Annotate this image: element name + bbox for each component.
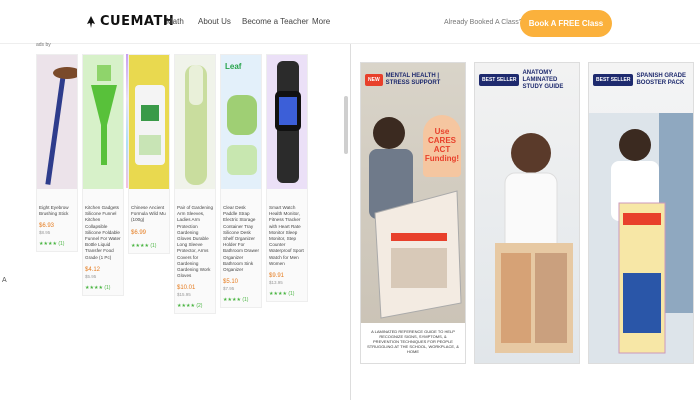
nav-link-about-us[interactable]: About Us [198,17,231,26]
product-title[interactable]: Eight Eyebrow Brushing Stick [37,189,77,219]
ads-label: ads by [36,42,51,48]
ad-spanish-pack[interactable]: BEST SELLER SPANISH GRADE BOOSTER PACK [588,62,694,364]
product-card[interactable]: Eight Eyebrow Brushing Stick $6.93 $8.95… [36,54,78,253]
product-image[interactable] [175,55,215,189]
ad-badge: BEST SELLER [593,74,634,86]
nav-link-more[interactable]: More [312,17,330,26]
product-image[interactable] [129,55,169,189]
product-card[interactable]: Pair of Gardening Arm Sleeves, Ladies Ar… [174,54,216,315]
already-booked-link[interactable]: Already Booked A Class? [444,19,523,26]
edge-text: A [2,277,7,284]
ad-mental-health[interactable]: NEW MENTAL HEALTH | STRESS SUPPORT Use C… [360,62,466,364]
product-image[interactable]: Leaf [221,55,261,189]
product-price: $6.93 [39,223,55,230]
product-title[interactable]: Smart Watch Health Monitor, Fitness Trac… [267,189,307,269]
product-image[interactable] [37,55,77,189]
product-image[interactable] [267,55,307,189]
product-title[interactable]: Clear Desk Paddle Strap Electric Storage… [221,189,261,275]
ad-badge: BEST SELLER [479,74,520,86]
product-rating: ★★★★ (1) [85,284,111,291]
svg-text:Leaf: Leaf [225,62,242,71]
scrollbar-thumb[interactable] [344,96,348,154]
product-rating: ★★★★ (1) [131,242,157,249]
product-card[interactable]: Chinese Ancient Formula Wild Mu (100g) $… [128,54,170,254]
cuemath-logo[interactable]: CUEMATH [86,14,174,29]
product-price: $6.99 [131,229,147,236]
product-card[interactable]: Leaf Clear Desk Paddle Strap Electric St… [220,54,262,309]
nav-link-become-teacher[interactable]: Become a Teacher [242,17,309,26]
ad-banner: BEST SELLER ANATOMY LAMINATED STUDY GUID… [479,69,575,91]
product-rating: ★★★★ (1) [269,291,295,298]
ad-footer: A LAMINATED REFERENCE GUIDE TO HELP RECO… [361,323,465,363]
product-title[interactable]: Chinese Ancient Formula Wild Mu (100g) [129,189,169,226]
product-price: $10.01 [177,285,196,292]
nav-link-math[interactable]: Math [166,17,184,26]
product-image[interactable] [83,55,123,189]
product-card[interactable]: Kitchen Gadgets Silicone Funnel Kitchen … [82,54,124,296]
ad-badge: NEW [365,74,383,86]
ad-title: MENTAL HEALTH | STRESS SUPPORT [385,73,441,86]
ad-title: ANATOMY LAMINATED STUDY GUIDE [522,69,564,90]
product-price: $5.10 [223,279,239,286]
product-rating: ★★★★ (1) [39,241,65,248]
book-free-class-button[interactable]: Book A FREE Class [520,10,612,37]
product-price: $4.12 [85,266,101,273]
ad-banner: NEW MENTAL HEALTH | STRESS SUPPORT [365,69,461,91]
product-rating: ★★★★ (1) [223,297,249,304]
product-title[interactable]: Kitchen Gadgets Silicone Funnel Kitchen … [83,189,123,263]
product-price: $9.91 [269,273,285,280]
cares-act-callout: Use CARES ACT Funding! [423,115,461,177]
ad-title: SPANISH GRADE BOOSTER PACK [636,73,687,86]
logo-text: CUEMATH [100,14,175,29]
product-rating: ★★★★ (2) [177,303,203,310]
ad-anatomy-guide[interactable]: BEST SELLER ANATOMY LAMINATED STUDY GUID… [474,62,580,364]
panel-divider [350,44,351,400]
top-navbar: CUEMATH Math About Us Become a Teacher M… [0,0,700,44]
product-title[interactable]: Pair of Gardening Arm Sleeves, Ladies Ar… [175,189,215,281]
ad-banner: BEST SELLER SPANISH GRADE BOOSTER PACK [593,69,689,91]
rocket-icon [87,15,95,28]
product-card[interactable]: Smart Watch Health Monitor, Fitness Trac… [266,54,308,303]
